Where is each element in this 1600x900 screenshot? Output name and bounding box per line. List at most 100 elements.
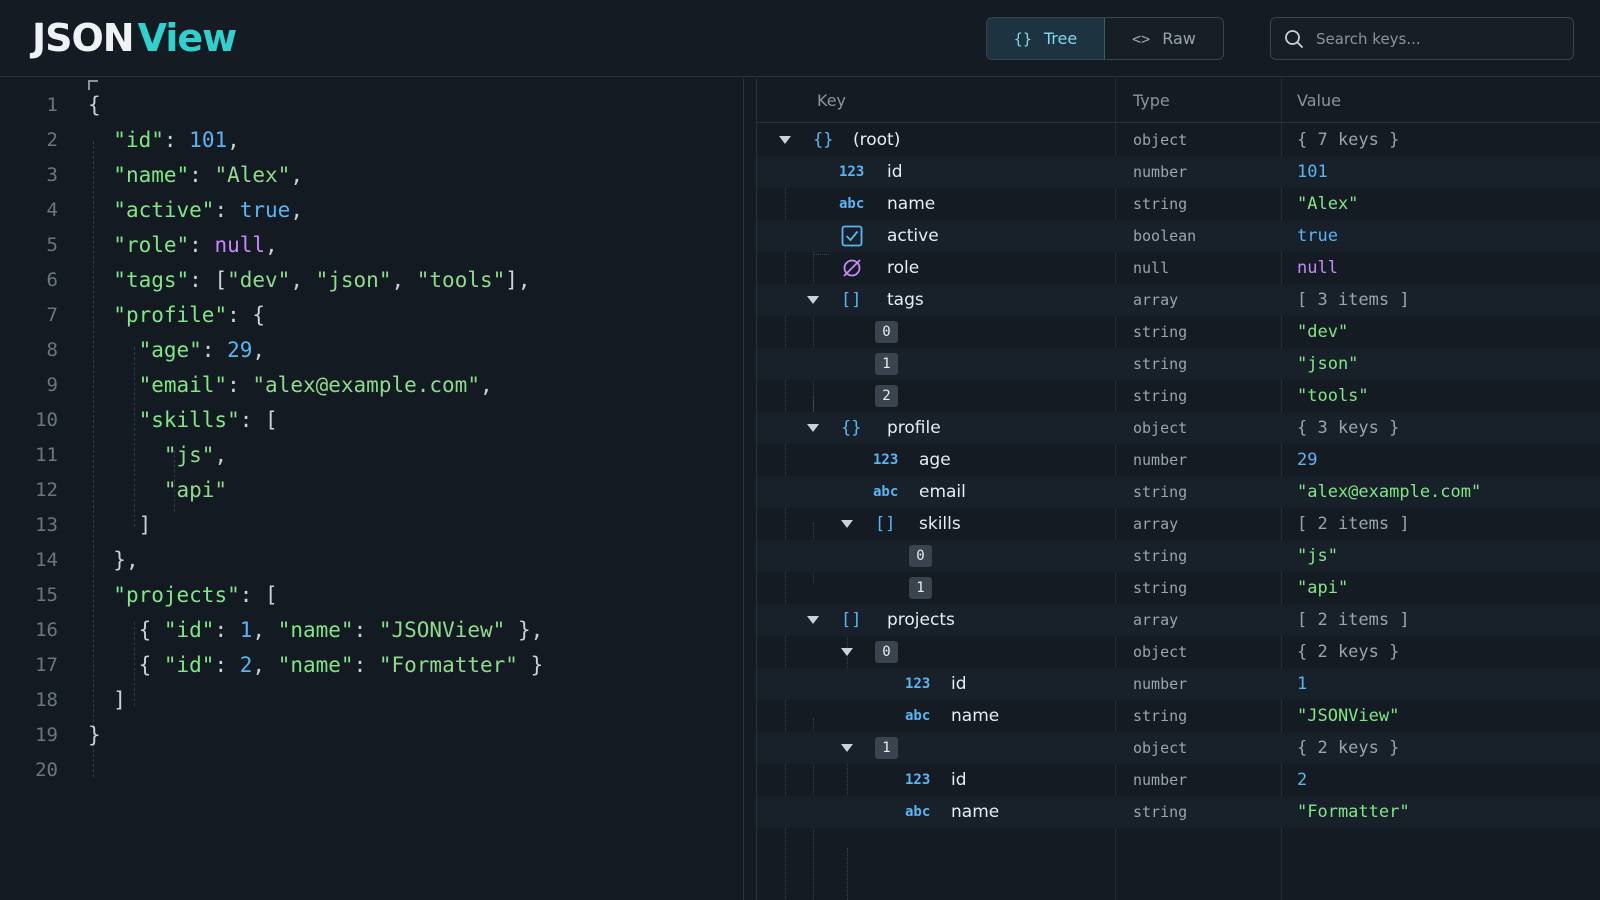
tree-value: [ 2 items ] (1297, 610, 1410, 630)
app-header: JSON View {} Tree <> Raw (0, 0, 1600, 77)
tree-row[interactable]: abc email string "alex@example.com" (757, 476, 1600, 508)
tree-row[interactable]: 0 string "js" (757, 540, 1600, 572)
tree-row-project-0[interactable]: 0 object { 2 keys } (757, 636, 1600, 668)
array-icon: [] (875, 514, 896, 534)
tree-panel: Key Type Value {} (root) object { 7 keys… (757, 78, 1600, 900)
tree-row-projects[interactable]: [] projects array [ 2 items ] (757, 604, 1600, 636)
code-line: 3 "name": "Alex", (46, 163, 303, 187)
tree-type: number (1133, 675, 1188, 693)
tree-row-skills[interactable]: [] skills array [ 2 items ] (757, 508, 1600, 540)
tree-type: object (1133, 131, 1188, 149)
tree-row[interactable]: 123 id number 1 (757, 668, 1600, 700)
tree-value: "JSONView" (1297, 706, 1400, 726)
tree-view-label: Tree (1043, 29, 1078, 48)
tree-value: 2 (1297, 770, 1308, 790)
checkbox-icon (841, 225, 863, 247)
index-badge: 1 (909, 577, 932, 599)
search-input[interactable] (1316, 29, 1556, 48)
tree-value: 29 (1297, 450, 1318, 470)
tree-type: array (1133, 291, 1179, 309)
raw-view-button[interactable]: <> Raw (1105, 18, 1223, 59)
tree-row[interactable]: abc name string "Formatter" (757, 796, 1600, 828)
tree-type: number (1133, 163, 1188, 181)
number-icon: 123 (905, 676, 931, 692)
object-icon: {} (813, 130, 834, 150)
tree-row-profile[interactable]: {} profile object { 3 keys } (757, 412, 1600, 444)
tree-row[interactable]: active boolean true (757, 220, 1600, 252)
tree-connector (847, 848, 848, 900)
tree-value: [ 2 items ] (1297, 514, 1410, 534)
tree-row[interactable]: 123 age number 29 (757, 444, 1600, 476)
collapse-caret[interactable] (807, 616, 819, 624)
tree-row-tags[interactable]: [] tags array [ 3 items ] (757, 284, 1600, 316)
tree-row[interactable]: 2 string "tools" (757, 380, 1600, 412)
tree-row[interactable]: 123 id number 101 (757, 156, 1600, 188)
collapse-caret[interactable] (841, 520, 853, 528)
collapse-caret[interactable] (779, 136, 791, 144)
tree-value: { 7 keys } (1297, 130, 1400, 150)
tree-value: 1 (1297, 674, 1308, 694)
tree-value: "api" (1297, 578, 1349, 598)
tree-row[interactable]: role null null (757, 252, 1600, 284)
tree-key: (root) (853, 130, 901, 150)
tree-type: boolean (1133, 227, 1197, 245)
tree-type: string (1133, 547, 1188, 565)
tree-key: name (951, 706, 1000, 726)
tree-row-project-1[interactable]: 1 object { 2 keys } (757, 732, 1600, 764)
string-icon: abc (839, 196, 865, 212)
tree-type: object (1133, 739, 1188, 757)
tree-value: "js" (1297, 546, 1338, 566)
tree-row[interactable]: 1 string "api" (757, 572, 1600, 604)
code-line: 2 "id": 101, (46, 128, 240, 152)
tree-value: true (1297, 226, 1338, 246)
tree-row[interactable]: 1 string "json" (757, 348, 1600, 380)
tree-row[interactable]: abc name string "Alex" (757, 188, 1600, 220)
tree-row[interactable]: 123 id number 2 (757, 764, 1600, 796)
tree-type: object (1133, 643, 1188, 661)
code-line: 8 "age": 29, (46, 338, 266, 362)
tree-value: { 2 keys } (1297, 738, 1400, 758)
code-line: 18 ] (35, 688, 126, 712)
tree-key: name (887, 194, 936, 214)
tree-type: null (1133, 259, 1170, 277)
tree-value: { 3 keys } (1297, 418, 1400, 438)
json-editor[interactable]: 1{ 2 "id": 101, 3 "name": "Alex", 4 "act… (0, 78, 744, 900)
code-line: 6 "tags": ["dev", "json", "tools"], (46, 268, 531, 292)
tree-key: role (887, 258, 920, 278)
tree-key: active (887, 226, 939, 246)
tree-header: Key Type Value (757, 78, 1600, 123)
string-icon: abc (905, 708, 931, 724)
raw-view-label: Raw (1162, 29, 1196, 48)
tree-key: id (951, 674, 967, 694)
tree-type: string (1133, 387, 1188, 405)
tree-type: string (1133, 707, 1188, 725)
code-line: 12 "api" (35, 478, 228, 502)
column-header-value[interactable]: Value (1297, 78, 1341, 123)
index-badge: 0 (875, 641, 898, 663)
tree-type: number (1133, 451, 1188, 469)
column-header-key[interactable]: Key (817, 78, 846, 123)
collapse-caret[interactable] (807, 296, 819, 304)
code-line: 9 "email": "alex@example.com", (46, 373, 493, 397)
tree-value: null (1297, 258, 1338, 278)
collapse-caret[interactable] (807, 424, 819, 432)
tree-key: profile (887, 418, 941, 438)
tree-type: string (1133, 195, 1188, 213)
code-line: 4 "active": true, (46, 198, 303, 222)
tree-row[interactable]: 0 string "dev" (757, 316, 1600, 348)
tree-type: string (1133, 579, 1188, 597)
code-line: 13 ] (35, 513, 152, 537)
number-icon: 123 (873, 452, 899, 468)
tree-key: id (887, 162, 903, 182)
number-icon: 123 (905, 772, 931, 788)
tree-row[interactable]: abc name string "JSONView" (757, 700, 1600, 732)
index-badge: 2 (875, 385, 898, 407)
tree-value: "Alex" (1297, 194, 1359, 214)
null-icon (843, 259, 861, 277)
collapse-caret[interactable] (841, 744, 853, 752)
column-header-type[interactable]: Type (1133, 78, 1170, 123)
collapse-caret[interactable] (841, 648, 853, 656)
tree-row-root[interactable]: {} (root) object { 7 keys } (757, 124, 1600, 156)
search-box (1270, 17, 1574, 60)
tree-view-button[interactable]: {} Tree (987, 18, 1105, 59)
